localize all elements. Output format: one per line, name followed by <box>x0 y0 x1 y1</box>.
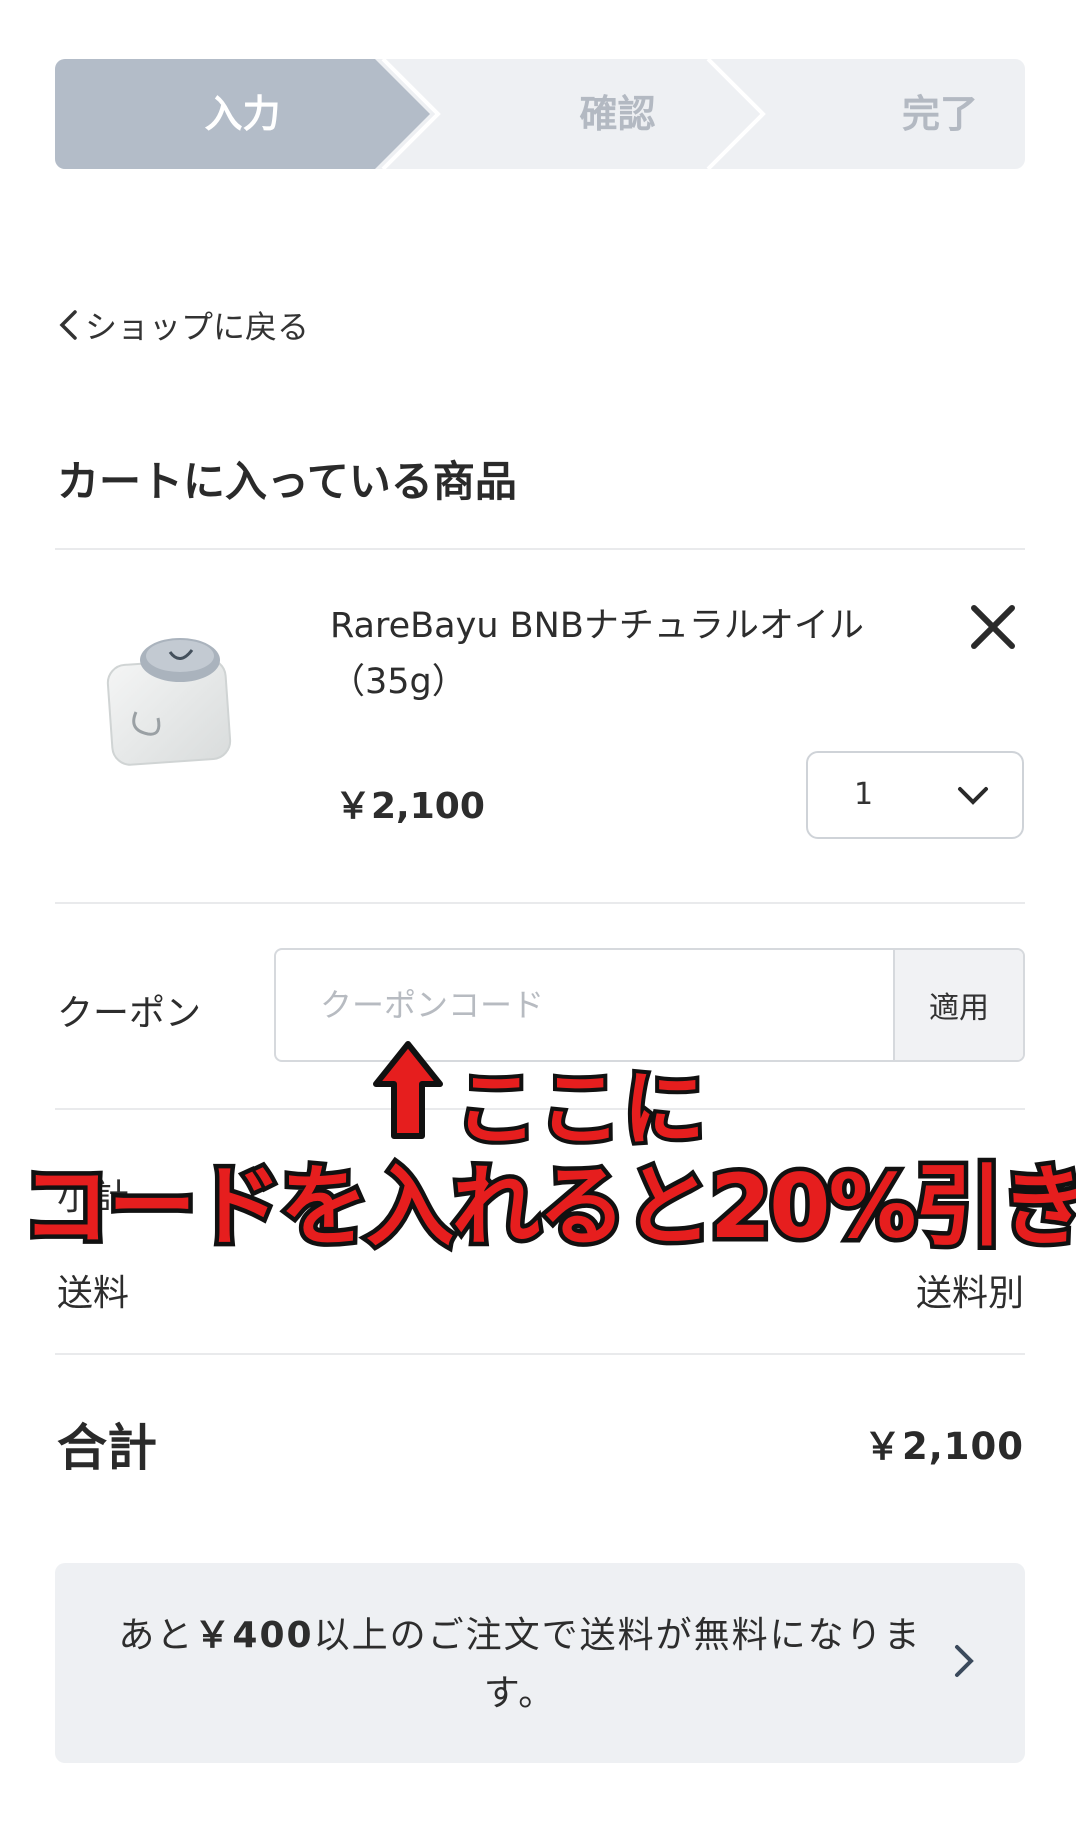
chevron-left-icon <box>59 310 77 340</box>
cart-title: カートに入っている商品 <box>57 457 517 506</box>
shipping-label: 送料 <box>57 1273 130 1314</box>
notice-amount: ￥400 <box>194 1615 314 1656</box>
chevron-right-icon <box>955 1645 974 1677</box>
step-confirm: 確認 <box>579 92 656 136</box>
free-shipping-notice[interactable]: あと￥400以上のご注文で送料が無料になります。 <box>55 1563 1025 1763</box>
step-input: 入力 <box>204 92 281 136</box>
chevron-down-icon <box>958 787 988 805</box>
back-to-shop-link[interactable]: ショップに戻る <box>57 302 309 348</box>
step-complete: 完了 <box>901 92 978 136</box>
shipping-value: 送料別 <box>915 1273 1024 1314</box>
close-icon[interactable] <box>966 600 1020 654</box>
coupon-form: 適用 <box>274 948 1025 1062</box>
back-link-label: ショップに戻る <box>85 308 310 346</box>
product-price: ￥2,100 <box>335 786 485 827</box>
quantity-value: 1 <box>854 777 874 812</box>
annotation-line2: コードを入れると20%引き <box>18 1151 1076 1263</box>
promo-annotation: ここに コードを入れると20%引き <box>0 0 1076 1831</box>
divider <box>55 1108 1025 1110</box>
total-label: 合計 <box>57 1419 157 1477</box>
divider <box>55 1353 1025 1355</box>
coupon-code-input[interactable] <box>276 950 893 1060</box>
subtotal-label: 小計 <box>57 1177 130 1218</box>
product-image[interactable] <box>88 612 258 782</box>
divider <box>55 902 1025 904</box>
checkout-steps: 入力 確認 完了 <box>55 59 1025 169</box>
apply-coupon-button[interactable]: 適用 <box>893 950 1023 1060</box>
notice-text-before: あと <box>118 1615 195 1656</box>
total-value: ￥2,100 <box>863 1425 1024 1468</box>
notice-text-after: 以上のご注文で送料が無料になります。 <box>313 1615 922 1714</box>
divider <box>55 548 1025 550</box>
notice-text: あと￥400以上のご注文で送料が無料になります。 <box>95 1607 945 1723</box>
quantity-select[interactable]: 1 <box>806 751 1024 839</box>
product-name[interactable]: RareBayu BNBナチュラルオイル（35g） <box>330 598 890 710</box>
coupon-label: クーポン <box>57 993 202 1034</box>
